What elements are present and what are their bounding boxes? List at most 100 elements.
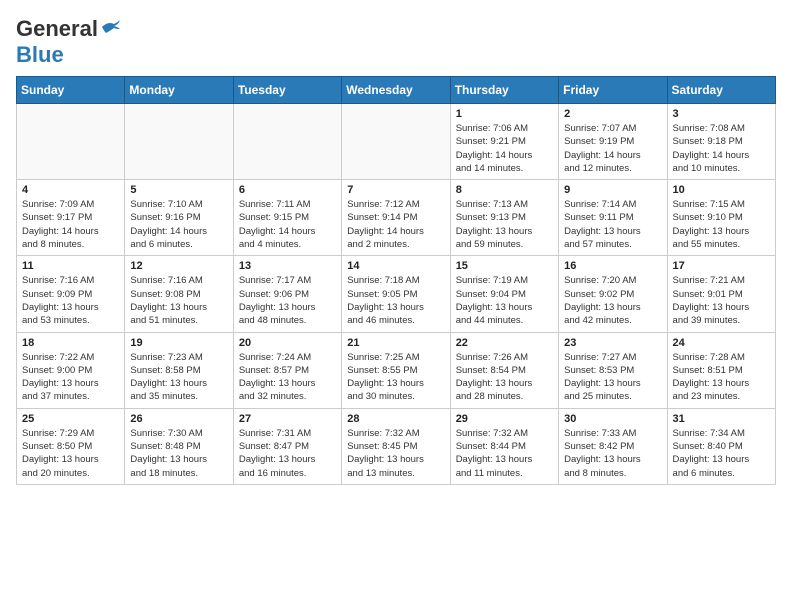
day-number: 23 (564, 337, 661, 349)
day-number: 12 (130, 260, 227, 272)
calendar-cell: 20 Sunrise: 7:24 AM Sunset: 8:57 PM Dayli… (233, 332, 341, 408)
day-number: 26 (130, 413, 227, 425)
day-number: 29 (456, 413, 553, 425)
day-header-monday: Monday (125, 77, 233, 104)
day-info: Sunrise: 7:29 AM Sunset: 8:50 PM Dayligh… (22, 427, 119, 480)
day-number: 14 (347, 260, 444, 272)
day-info: Sunrise: 7:12 AM Sunset: 9:14 PM Dayligh… (347, 198, 444, 251)
day-info: Sunrise: 7:30 AM Sunset: 8:48 PM Dayligh… (130, 427, 227, 480)
day-number: 27 (239, 413, 336, 425)
day-info: Sunrise: 7:13 AM Sunset: 9:13 PM Dayligh… (456, 198, 553, 251)
day-info: Sunrise: 7:26 AM Sunset: 8:54 PM Dayligh… (456, 351, 553, 404)
day-header-thursday: Thursday (450, 77, 558, 104)
day-info: Sunrise: 7:17 AM Sunset: 9:06 PM Dayligh… (239, 274, 336, 327)
calendar-cell: 8 Sunrise: 7:13 AM Sunset: 9:13 PM Daylig… (450, 180, 558, 256)
calendar-cell: 4Sunrise: 7:09 AM Sunset: 9:17 PM Daylig… (17, 180, 125, 256)
calendar-cell (125, 104, 233, 180)
day-number: 5 (130, 184, 227, 196)
day-number: 15 (456, 260, 553, 272)
day-header-sunday: Sunday (17, 77, 125, 104)
calendar-cell: 5 Sunrise: 7:10 AM Sunset: 9:16 PM Daylig… (125, 180, 233, 256)
calendar-cell: 13 Sunrise: 7:17 AM Sunset: 9:06 PM Dayli… (233, 256, 341, 332)
day-header-saturday: Saturday (667, 77, 775, 104)
calendar-week-1: 1 Sunrise: 7:06 AM Sunset: 9:21 PM Daylig… (17, 104, 776, 180)
day-info: Sunrise: 7:21 AM Sunset: 9:01 PM Dayligh… (673, 274, 770, 327)
calendar-cell: 29 Sunrise: 7:32 AM Sunset: 8:44 PM Dayli… (450, 408, 558, 484)
day-header-friday: Friday (559, 77, 667, 104)
calendar-cell (233, 104, 341, 180)
calendar-cell: 18Sunrise: 7:22 AM Sunset: 9:00 PM Dayli… (17, 332, 125, 408)
calendar-cell: 10Sunrise: 7:15 AM Sunset: 9:10 PM Dayli… (667, 180, 775, 256)
day-info: Sunrise: 7:33 AM Sunset: 8:42 PM Dayligh… (564, 427, 661, 480)
calendar-cell: 2 Sunrise: 7:07 AM Sunset: 9:19 PM Daylig… (559, 104, 667, 180)
calendar-cell: 1 Sunrise: 7:06 AM Sunset: 9:21 PM Daylig… (450, 104, 558, 180)
calendar-cell: 14 Sunrise: 7:18 AM Sunset: 9:05 PM Dayli… (342, 256, 450, 332)
day-header-wednesday: Wednesday (342, 77, 450, 104)
day-number: 10 (673, 184, 770, 196)
day-info: Sunrise: 7:14 AM Sunset: 9:11 PM Dayligh… (564, 198, 661, 251)
calendar-cell: 7 Sunrise: 7:12 AM Sunset: 9:14 PM Daylig… (342, 180, 450, 256)
day-number: 19 (130, 337, 227, 349)
logo-general: General (16, 16, 98, 42)
day-number: 7 (347, 184, 444, 196)
page-header: General Blue (16, 16, 776, 68)
day-info: Sunrise: 7:18 AM Sunset: 9:05 PM Dayligh… (347, 274, 444, 327)
day-header-tuesday: Tuesday (233, 77, 341, 104)
calendar-cell: 22 Sunrise: 7:26 AM Sunset: 8:54 PM Dayli… (450, 332, 558, 408)
day-info: Sunrise: 7:24 AM Sunset: 8:57 PM Dayligh… (239, 351, 336, 404)
calendar-cell: 11 Sunrise: 7:16 AM Sunset: 9:09 PM Dayli… (17, 256, 125, 332)
day-info: Sunrise: 7:19 AM Sunset: 9:04 PM Dayligh… (456, 274, 553, 327)
day-number: 6 (239, 184, 336, 196)
calendar-cell: 17 Sunrise: 7:21 AM Sunset: 9:01 PM Dayli… (667, 256, 775, 332)
calendar-cell: 19 Sunrise: 7:23 AM Sunset: 8:58 PM Dayli… (125, 332, 233, 408)
day-info: Sunrise: 7:20 AM Sunset: 9:02 PM Dayligh… (564, 274, 661, 327)
day-number: 18 (22, 337, 119, 349)
day-info: Sunrise: 7:23 AM Sunset: 8:58 PM Dayligh… (130, 351, 227, 404)
day-number: 24 (673, 337, 770, 349)
day-info: Sunrise: 7:32 AM Sunset: 8:45 PM Dayligh… (347, 427, 444, 480)
day-number: 21 (347, 337, 444, 349)
day-info: Sunrise: 7:07 AM Sunset: 9:19 PM Dayligh… (564, 122, 661, 175)
day-info: Sunrise: 7:32 AM Sunset: 8:44 PM Dayligh… (456, 427, 553, 480)
logo-bird-icon (100, 19, 120, 35)
day-number: 13 (239, 260, 336, 272)
day-info: Sunrise: 7:31 AM Sunset: 8:47 PM Dayligh… (239, 427, 336, 480)
logo-blue: Blue (16, 42, 64, 67)
calendar-cell: 25 Sunrise: 7:29 AM Sunset: 8:50 PM Dayli… (17, 408, 125, 484)
day-number: 1 (456, 108, 553, 120)
day-info: Sunrise: 7:16 AM Sunset: 9:08 PM Dayligh… (130, 274, 227, 327)
day-number: 17 (673, 260, 770, 272)
day-info: Sunrise: 7:08 AM Sunset: 9:18 PM Dayligh… (673, 122, 770, 175)
calendar-cell: 30 Sunrise: 7:33 AM Sunset: 8:42 PM Dayli… (559, 408, 667, 484)
calendar-cell (17, 104, 125, 180)
calendar-week-4: 18Sunrise: 7:22 AM Sunset: 9:00 PM Dayli… (17, 332, 776, 408)
calendar-cell (342, 104, 450, 180)
calendar-header-row: SundayMondayTuesdayWednesdayThursdayFrid… (17, 77, 776, 104)
day-info: Sunrise: 7:09 AM Sunset: 9:17 PM Dayligh… (22, 198, 119, 251)
day-number: 25 (22, 413, 119, 425)
day-info: Sunrise: 7:34 AM Sunset: 8:40 PM Dayligh… (673, 427, 770, 480)
calendar-cell: 3 Sunrise: 7:08 AM Sunset: 9:18 PM Daylig… (667, 104, 775, 180)
day-info: Sunrise: 7:10 AM Sunset: 9:16 PM Dayligh… (130, 198, 227, 251)
calendar-cell: 26 Sunrise: 7:30 AM Sunset: 8:48 PM Dayli… (125, 408, 233, 484)
day-number: 30 (564, 413, 661, 425)
day-number: 2 (564, 108, 661, 120)
day-number: 22 (456, 337, 553, 349)
day-number: 11 (22, 260, 119, 272)
day-number: 8 (456, 184, 553, 196)
day-number: 16 (564, 260, 661, 272)
day-number: 28 (347, 413, 444, 425)
calendar-cell: 12 Sunrise: 7:16 AM Sunset: 9:08 PM Dayli… (125, 256, 233, 332)
calendar-cell: 9Sunrise: 7:14 AM Sunset: 9:11 PM Daylig… (559, 180, 667, 256)
day-info: Sunrise: 7:25 AM Sunset: 8:55 PM Dayligh… (347, 351, 444, 404)
calendar-cell: 28 Sunrise: 7:32 AM Sunset: 8:45 PM Dayli… (342, 408, 450, 484)
calendar-cell: 27 Sunrise: 7:31 AM Sunset: 8:47 PM Dayli… (233, 408, 341, 484)
day-info: Sunrise: 7:06 AM Sunset: 9:21 PM Dayligh… (456, 122, 553, 175)
day-number: 3 (673, 108, 770, 120)
calendar-week-2: 4Sunrise: 7:09 AM Sunset: 9:17 PM Daylig… (17, 180, 776, 256)
calendar-cell: 6Sunrise: 7:11 AM Sunset: 9:15 PM Daylig… (233, 180, 341, 256)
day-info: Sunrise: 7:16 AM Sunset: 9:09 PM Dayligh… (22, 274, 119, 327)
day-number: 31 (673, 413, 770, 425)
day-number: 20 (239, 337, 336, 349)
calendar-cell: 15 Sunrise: 7:19 AM Sunset: 9:04 PM Dayli… (450, 256, 558, 332)
